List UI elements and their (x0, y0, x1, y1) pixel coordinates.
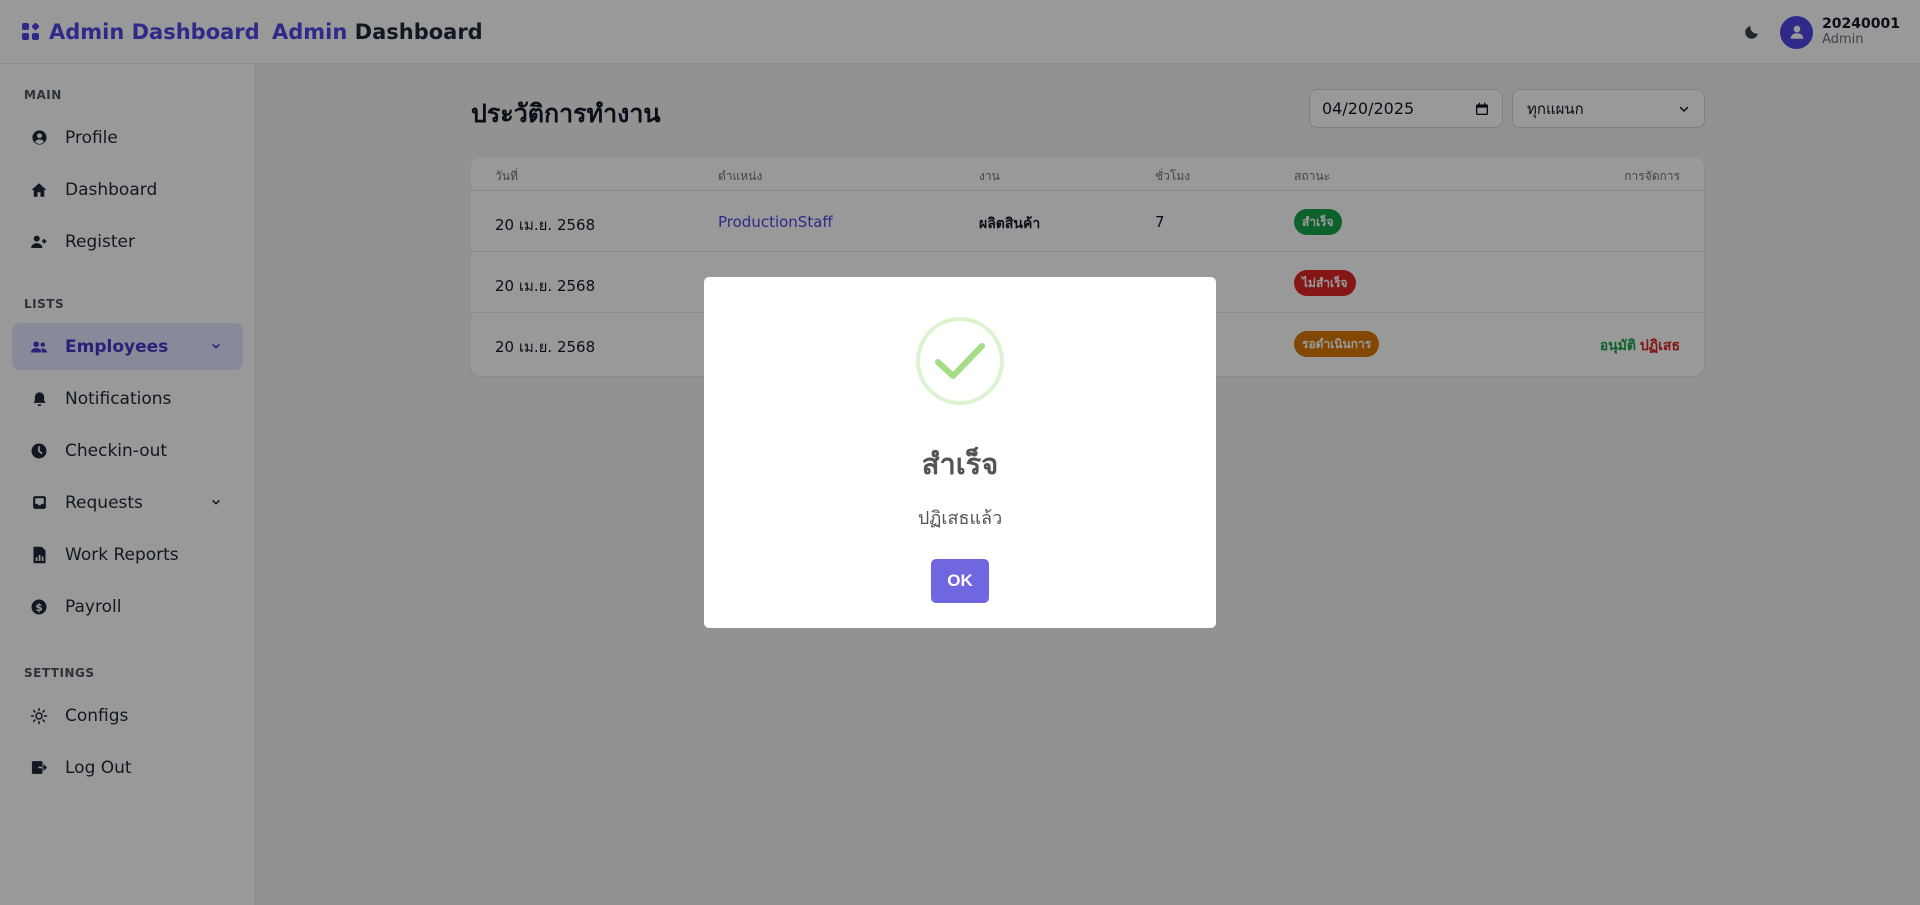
checkmark-icon (935, 343, 985, 379)
success-icon (916, 317, 1004, 405)
success-dialog: สำเร็จ ปฏิเสธแล้ว OK (704, 277, 1216, 628)
ok-button[interactable]: OK (931, 559, 989, 603)
dialog-title: สำเร็จ (921, 447, 999, 481)
dialog-message: ปฏิเสธแล้ว (917, 508, 1003, 529)
